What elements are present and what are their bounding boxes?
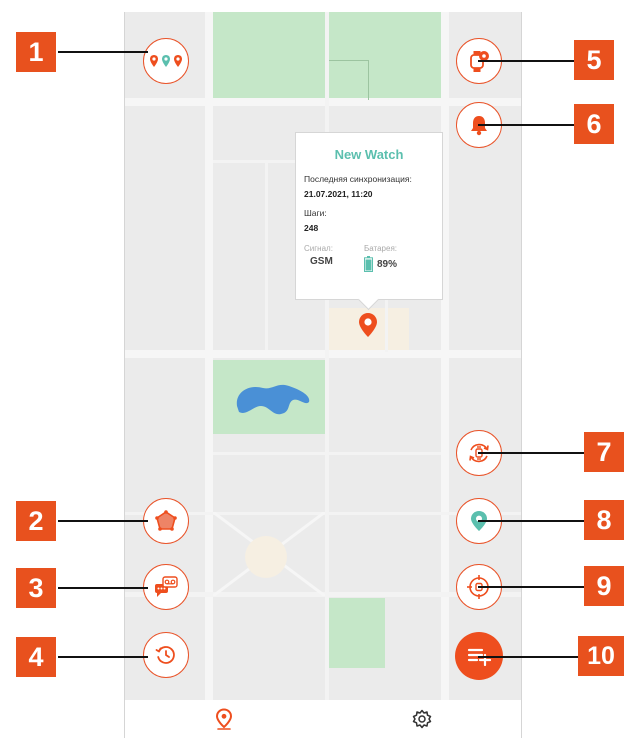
battery-icon (364, 256, 373, 272)
devices-list-button[interactable] (143, 38, 189, 84)
map-view[interactable]: New Watch Последняя синхронизация: 21.07… (125, 12, 521, 700)
battery-label: Батарея: (364, 244, 397, 253)
history-button[interactable] (143, 632, 189, 678)
history-icon (155, 646, 175, 664)
signal-value: GSM (310, 256, 333, 267)
callout-line (478, 520, 584, 522)
callout-line (478, 124, 574, 126)
park-path (368, 60, 369, 100)
callout-4: 4 (16, 637, 56, 677)
bottom-navigation (125, 700, 521, 738)
polygon-zone-icon (155, 510, 177, 531)
callout-line (58, 51, 148, 53)
callout-2: 2 (16, 501, 56, 541)
park-path (329, 60, 369, 61)
last-sync-label: Последняя синхронизация: (304, 174, 412, 184)
callout-line (478, 656, 578, 658)
chat-voicemail-icon (155, 576, 178, 597)
device-info-popup: New Watch Последняя синхронизация: 21.07… (295, 132, 443, 311)
callout-8: 8 (584, 500, 624, 540)
map-marker-icon (215, 708, 233, 730)
steps-label: Шаги: (304, 208, 327, 218)
gear-icon (412, 709, 432, 729)
callout-line (58, 656, 148, 658)
callout-1: 1 (16, 32, 56, 72)
signal-label: Сигнал: (304, 244, 333, 253)
multiple-markers-icon (150, 55, 182, 67)
park-area (329, 598, 385, 668)
callout-9: 9 (584, 566, 624, 606)
voice-message-button[interactable] (143, 564, 189, 610)
road (125, 350, 521, 358)
device-location-marker[interactable] (358, 312, 378, 338)
last-sync-value: 21.07.2021, 11:20 (304, 189, 373, 199)
lake (236, 384, 310, 415)
callout-line (478, 452, 584, 454)
callout-6: 6 (574, 104, 614, 144)
park-area (211, 12, 325, 100)
callout-5: 5 (574, 40, 614, 80)
road (125, 98, 521, 106)
callout-line (58, 520, 148, 522)
roundabout (245, 536, 287, 578)
callout-7: 7 (584, 432, 624, 472)
device-name: New Watch (334, 147, 404, 162)
callout-line (478, 60, 574, 62)
battery-value: 89% (377, 258, 398, 270)
road (213, 452, 441, 455)
steps-value: 248 (304, 223, 319, 233)
geofence-button[interactable] (143, 498, 189, 544)
callout-line (478, 586, 584, 588)
callout-3: 3 (16, 568, 56, 608)
callout-line (58, 587, 148, 589)
tab-map[interactable] (125, 700, 323, 738)
park-area (329, 12, 443, 100)
phone-screen: New Watch Последняя синхронизация: 21.07… (124, 12, 522, 738)
tab-settings[interactable] (323, 700, 521, 738)
callout-10: 10 (578, 636, 624, 676)
road (265, 160, 268, 350)
